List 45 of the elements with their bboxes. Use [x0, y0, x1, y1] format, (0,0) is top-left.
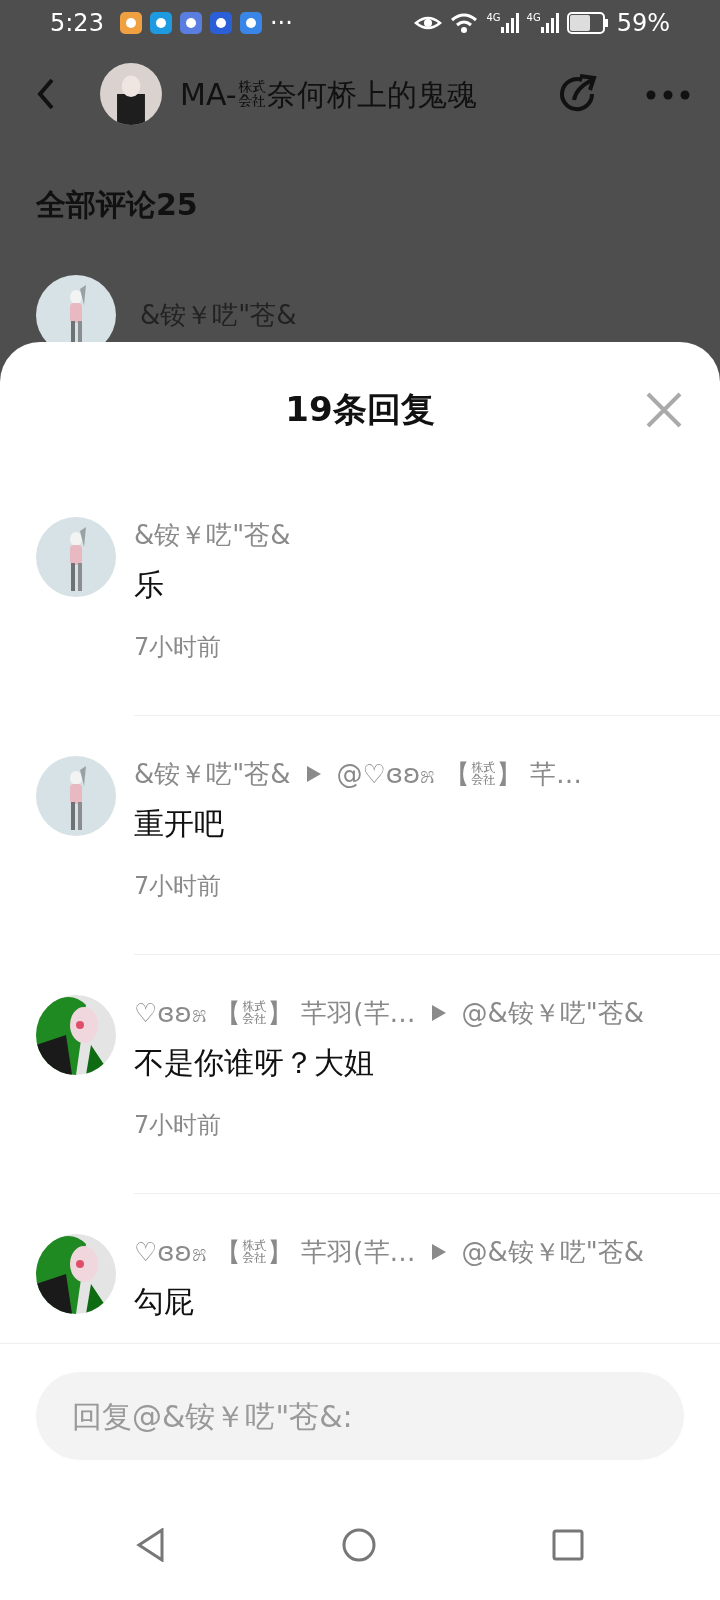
- reply-author: ♡ɞʚ೫ 【㍿】 芊羽(芊…: [134, 997, 416, 1030]
- reply-target[interactable]: @&铵￥呓"苍&: [461, 1234, 645, 1270]
- reply-text: 乐: [134, 566, 165, 604]
- play-triangle-icon: [431, 1244, 446, 1260]
- reply-time: 7小时前: [134, 1110, 223, 1141]
- app-icon: [209, 12, 232, 34]
- more-icon: [646, 89, 690, 100]
- app-icon: [239, 12, 262, 34]
- share-icon: [558, 74, 598, 114]
- reply-target[interactable]: @&铵￥呓"苍&: [461, 995, 645, 1031]
- close-button[interactable]: [644, 390, 684, 430]
- play-triangle-icon: [306, 766, 321, 782]
- close-icon: [644, 390, 684, 430]
- back-button[interactable]: [36, 78, 56, 110]
- reply-time: 7小时前: [134, 632, 223, 663]
- network-label: 4G: [526, 13, 541, 23]
- signal-icon: [500, 13, 519, 33]
- network-label: 4G: [486, 13, 501, 23]
- reply-author: &铵￥呓"苍&: [134, 519, 291, 552]
- reply-author: ♡ɞʚ೫ 【㍿】 芊羽(芊…: [134, 1236, 416, 1269]
- reply-input[interactable]: 回复@&铵￥呓"苍&:: [36, 1372, 684, 1460]
- recents-square-icon: [552, 1529, 584, 1561]
- reply-target[interactable]: @♡ɞʚ೫ 【㍿】 芊…: [336, 756, 582, 792]
- play-triangle-icon: [431, 1005, 446, 1021]
- wifi-icon: [450, 12, 479, 34]
- reply-author: &铵￥呓"苍&: [134, 758, 291, 791]
- reply-text: 勾屁: [134, 1283, 195, 1321]
- app-icon: [179, 12, 202, 34]
- section-heading: 全部评论25: [35, 186, 199, 224]
- home-circle-icon: [342, 1528, 376, 1562]
- post-title: MA-㍿奈何桥上的鬼魂: [180, 75, 477, 114]
- reply-text: 重开吧: [134, 805, 225, 843]
- app-icon: [119, 12, 142, 34]
- clock: 5:23: [50, 8, 104, 39]
- battery-icon: [566, 12, 609, 34]
- more-notifications: ···: [269, 8, 293, 39]
- app-icon: [149, 12, 172, 34]
- sheet-title: 19条回复: [285, 388, 435, 431]
- battery-percent: 59%: [616, 8, 670, 39]
- share-button[interactable]: [558, 74, 598, 114]
- signal-icon: [540, 13, 559, 33]
- reply-time: 7小时前: [134, 871, 223, 902]
- reply-text: 不是你谁呀？大姐: [134, 1044, 375, 1082]
- back-triangle-icon: [136, 1528, 166, 1562]
- back-icon: [36, 78, 56, 110]
